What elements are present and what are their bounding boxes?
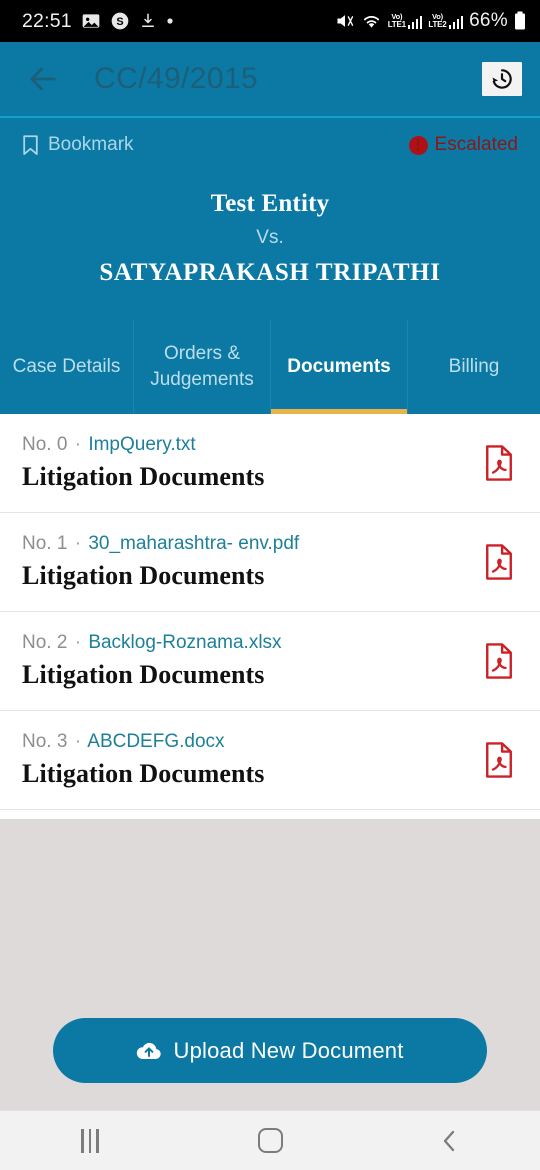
list-item[interactable]: No. 2 · Backlog-Roznama.xlsx Litigation … [0, 612, 540, 711]
case-parties: Test Entity Vs. SATYAPRAKASH TRIPATHI [0, 190, 540, 287]
cloud-upload-icon [137, 1042, 162, 1059]
tab-orders-judgements-label: Orders & Judgements [150, 343, 254, 390]
tab-billing[interactable]: Billing [407, 320, 540, 414]
list-item[interactable]: No. 0 · ImpQuery.txt Litigation Document… [0, 414, 540, 513]
error-circle-icon: ! [408, 135, 428, 155]
upload-new-document-button[interactable]: Upload New Document [53, 1018, 487, 1083]
page-title: CC/49/2015 [94, 62, 259, 95]
tab-case-details-label: Case Details [12, 356, 121, 377]
back-arrow-icon[interactable] [26, 62, 60, 96]
document-file-name[interactable]: Backlog-Roznama.xlsx [88, 632, 281, 653]
tab-documents[interactable]: Documents [270, 320, 407, 414]
download-icon [139, 12, 157, 30]
tab-documents-label: Documents [287, 356, 391, 377]
bookmark-button[interactable]: Bookmark [22, 134, 134, 156]
separator-dot: · [74, 533, 82, 554]
sim2-label: LTE2 [428, 19, 447, 29]
history-icon[interactable] [482, 62, 522, 96]
svg-text:S: S [116, 16, 123, 28]
volte-lte1-icon: Vo) LTE1 [388, 13, 423, 29]
home-icon [257, 1128, 283, 1153]
signal-bars-1-icon [407, 15, 423, 29]
bookmark-outline-icon [23, 134, 38, 155]
escalated-label: Escalated [434, 134, 518, 155]
recents-icon [81, 1128, 99, 1153]
status-bar-left: 22:51 S [22, 10, 174, 33]
document-meta: No. 1 · 30_maharashtra- env.pdf [22, 533, 482, 555]
document-index: No. 0 [22, 434, 68, 455]
volte-lte2-icon: Vo) LTE2 [428, 13, 464, 29]
back-button[interactable] [405, 1111, 495, 1170]
sim1-label: LTE1 [387, 19, 406, 29]
document-meta: No. 2 · Backlog-Roznama.xlsx [22, 632, 482, 654]
document-title: Litigation Documents [22, 561, 265, 590]
pdf-file-icon[interactable] [482, 643, 516, 679]
status-bar-clock: 22:51 [22, 9, 72, 32]
dot-icon [166, 17, 174, 25]
document-info: No. 3 · ABCDEFG.docx Litigation Document… [22, 731, 482, 789]
tab-billing-label: Billing [448, 356, 500, 377]
home-button[interactable] [225, 1111, 315, 1170]
status-bar: 22:51 S Vo) LTE1 Vo) LTE2 66% [0, 0, 540, 42]
document-meta: No. 0 · ImpQuery.txt [22, 434, 482, 456]
android-nav-bar [0, 1110, 540, 1170]
mute-icon [335, 11, 355, 31]
versus-label: Vs. [256, 227, 284, 248]
pdf-file-icon[interactable] [482, 445, 516, 481]
document-file-name[interactable]: 30_maharashtra- env.pdf [88, 533, 299, 554]
separator-dot: · [74, 731, 82, 752]
document-title: Litigation Documents [22, 462, 265, 491]
tab-bar: Case Details Orders & Judgements Documen… [0, 320, 540, 414]
document-info: No. 2 · Backlog-Roznama.xlsx Litigation … [22, 632, 482, 690]
document-title: Litigation Documents [22, 759, 265, 788]
pdf-file-icon[interactable] [482, 742, 516, 778]
status-badge: ! Escalated [408, 134, 518, 156]
document-info: No. 0 · ImpQuery.txt Litigation Document… [22, 434, 482, 492]
skype-icon: S [110, 11, 130, 31]
signal-bars-2-icon [448, 15, 464, 29]
battery-icon [514, 11, 526, 31]
battery-percent-label: 66% [469, 10, 508, 31]
document-title: Litigation Documents [22, 660, 265, 689]
document-info: No. 1 · 30_maharashtra- env.pdf Litigati… [22, 533, 482, 591]
recents-button[interactable] [45, 1111, 135, 1170]
app-bar: CC/49/2015 [0, 42, 540, 118]
petitioner-name: Test Entity [210, 190, 330, 217]
document-index: No. 1 [22, 533, 68, 554]
image-icon [81, 11, 101, 31]
wifi-icon [361, 13, 382, 30]
document-file-name[interactable]: ImpQuery.txt [88, 434, 195, 455]
documents-list: No. 0 · ImpQuery.txt Litigation Document… [0, 414, 540, 819]
separator-dot: · [74, 632, 82, 653]
document-file-name[interactable]: ABCDEFG.docx [87, 731, 224, 752]
case-header: Bookmark ! Escalated Test Entity Vs. SAT… [0, 118, 540, 320]
status-bar-right: Vo) LTE1 Vo) LTE2 66% [335, 10, 526, 32]
bookmark-label: Bookmark [48, 134, 134, 155]
tab-case-details[interactable]: Case Details [0, 320, 133, 414]
document-meta: No. 3 · ABCDEFG.docx [22, 731, 482, 753]
document-index: No. 3 [22, 731, 68, 752]
upload-button-label: Upload New Document [173, 1037, 404, 1063]
phone-screen: 22:51 S Vo) LTE1 Vo) LTE2 66% CC/49/2015… [0, 0, 540, 1170]
empty-area: Upload New Document [0, 819, 540, 1110]
tab-orders-judgements[interactable]: Orders & Judgements [133, 320, 270, 414]
back-chevron-icon [443, 1130, 455, 1151]
document-index: No. 2 [22, 632, 68, 653]
respondent-name: SATYAPRAKASH TRIPATHI [99, 259, 441, 286]
pdf-file-icon[interactable] [482, 544, 516, 580]
case-header-chips: Bookmark ! Escalated [0, 118, 540, 156]
list-item[interactable]: No. 1 · 30_maharashtra- env.pdf Litigati… [0, 513, 540, 612]
separator-dot: · [74, 434, 82, 455]
list-item[interactable]: No. 3 · ABCDEFG.docx Litigation Document… [0, 711, 540, 810]
